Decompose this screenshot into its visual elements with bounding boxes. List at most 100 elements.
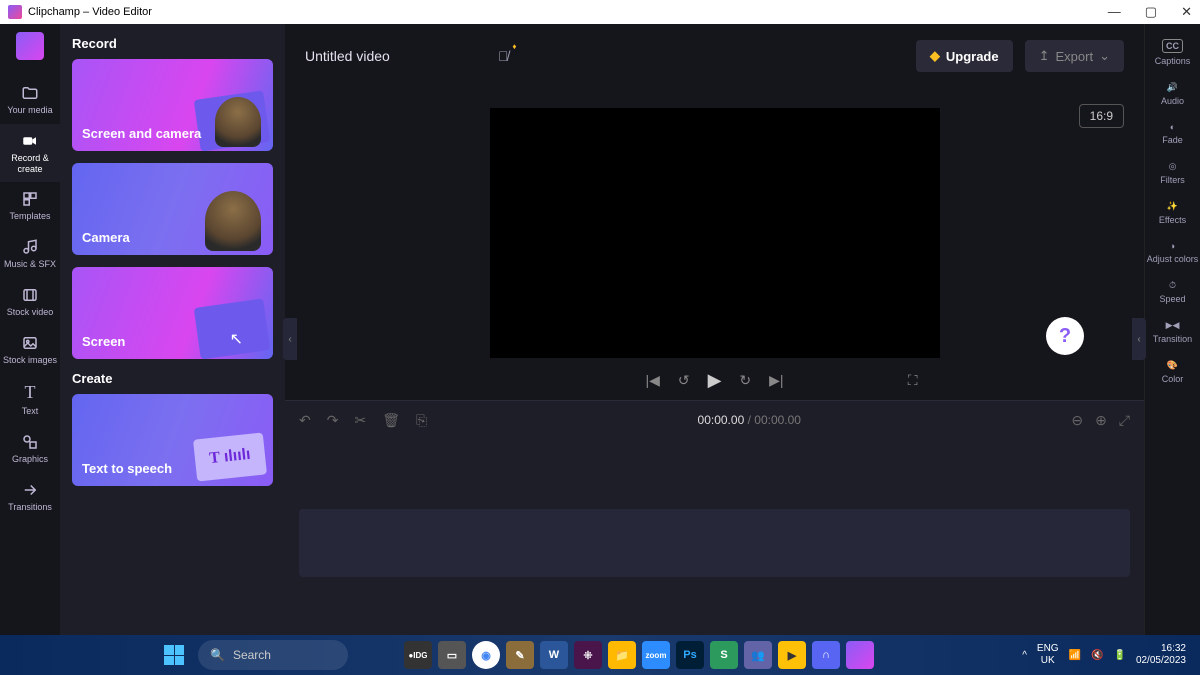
volume-icon[interactable]: 🔇 (1091, 650, 1103, 661)
visibility-icon[interactable]: 👁̸ (498, 48, 509, 64)
maximize-button[interactable]: ▢ (1145, 4, 1157, 20)
timeline-toolbar: ↶ ↷ ✂ 🗑 ⎘ 00:00.00 / 00:00.00 ⊖ ⊕ ⤢ (285, 401, 1144, 439)
taskbar-taskview[interactable]: ▭ (438, 641, 466, 669)
taskbar-zoom[interactable]: zoom (642, 641, 670, 669)
taskbar-snagit[interactable]: S (710, 641, 738, 669)
rewind-button[interactable]: ↺ (678, 372, 690, 389)
folder-icon (21, 84, 39, 102)
undo-button[interactable]: ↶ (299, 412, 311, 429)
start-button[interactable] (164, 645, 184, 665)
taskbar-app1[interactable]: ✎ (506, 641, 534, 669)
minimize-button[interactable]: — (1108, 4, 1121, 20)
templates-icon (21, 190, 39, 208)
delete-button[interactable]: 🗑 (382, 412, 400, 429)
speed-icon: ⏱ (1169, 280, 1176, 291)
taskbar-search[interactable]: 🔍 Search (198, 640, 348, 670)
panel-collapse-button[interactable]: ‹ (283, 318, 297, 360)
card-screen-and-camera[interactable]: Screen and camera (72, 59, 273, 151)
window-title: Clipchamp – Video Editor (28, 6, 152, 18)
cc-icon: CC (1162, 39, 1183, 53)
card-screen[interactable]: ↖ Screen (72, 267, 273, 359)
prop-adjust-colors[interactable]: ◑Adjust colors (1145, 234, 1200, 271)
record-heading: Record (72, 36, 273, 51)
aspect-ratio-button[interactable]: 16:9 (1079, 104, 1124, 128)
fullscreen-button[interactable]: ⛶ (908, 372, 918, 389)
prop-filters[interactable]: ◎Filters (1145, 154, 1200, 192)
app-logo[interactable] (16, 32, 44, 60)
prop-color[interactable]: 🎨Color (1145, 353, 1200, 391)
nav-music[interactable]: Music & SFX (0, 230, 60, 278)
taskbar-app3[interactable]: ∩ (812, 641, 840, 669)
taskbar-app2[interactable]: ▶ (778, 641, 806, 669)
redo-button[interactable]: ↷ (327, 412, 339, 429)
palette-icon: 🎨 (1167, 360, 1178, 371)
tts-icon: Tılıılı (193, 432, 267, 481)
time-display: 00:00.00 / 00:00.00 (698, 413, 801, 427)
nav-your-media[interactable]: Your media (0, 76, 60, 124)
skip-end-button[interactable]: ▶| (769, 372, 783, 389)
prop-audio[interactable]: 🔊Audio (1145, 75, 1200, 113)
filters-icon: ◎ (1169, 161, 1177, 172)
image-icon (21, 334, 39, 352)
avatar-icon (205, 191, 261, 251)
transition-icon: ▶◀ (1166, 320, 1180, 331)
nav-stock-images[interactable]: Stock images (0, 326, 60, 374)
help-button[interactable]: ? (1046, 317, 1084, 355)
nav-transitions[interactable]: Transitions (0, 473, 60, 521)
search-icon: 🔍 (210, 648, 225, 662)
prop-speed[interactable]: ⏱Speed (1145, 273, 1200, 311)
window-titlebar: Clipchamp – Video Editor — ▢ ✕ (0, 0, 1200, 24)
create-heading: Create (72, 371, 273, 386)
nav-graphics[interactable]: Graphics (0, 425, 60, 473)
timeline-tracks[interactable] (285, 439, 1144, 635)
card-camera[interactable]: Camera (72, 163, 273, 255)
prop-transition[interactable]: ▶◀Transition (1145, 313, 1200, 351)
side-panel: Record Screen and camera Camera ↖ Screen… (60, 24, 285, 635)
skip-start-button[interactable]: |◀ (645, 372, 659, 389)
nav-record-create[interactable]: Record & create (0, 124, 60, 183)
taskbar-slack[interactable]: ⁜ (574, 641, 602, 669)
right-collapse-button[interactable]: ‹ (1132, 318, 1146, 360)
forward-button[interactable]: ↻ (739, 372, 751, 389)
prop-effects[interactable]: ✨Effects (1145, 194, 1200, 232)
language-indicator[interactable]: ENG UK (1037, 643, 1059, 667)
taskbar-explorer[interactable]: 📁 (608, 641, 636, 669)
export-button[interactable]: ↥ Export ⌄ (1025, 40, 1124, 72)
video-title-input[interactable] (305, 48, 486, 64)
fade-icon: ◐ (1170, 122, 1175, 132)
taskbar-teams[interactable]: 👥 (744, 641, 772, 669)
taskbar-idg[interactable]: ●IDG (404, 641, 432, 669)
play-button[interactable]: ▶ (708, 370, 722, 391)
zoom-out-button[interactable]: ⊖ (1071, 412, 1083, 429)
speaker-icon: 🔊 (1167, 82, 1178, 93)
nav-text[interactable]: T Text (0, 374, 60, 425)
taskbar-photoshop[interactable]: Ps (676, 641, 704, 669)
zoom-in-button[interactable]: ⊕ (1095, 412, 1107, 429)
center-area: 👁̸ ◆ Upgrade ↥ Export ⌄ 16:9 |◀ ↺ ▶ ↻ ▶|… (285, 24, 1144, 635)
taskbar-word[interactable]: W (540, 641, 568, 669)
close-button[interactable]: ✕ (1181, 4, 1192, 20)
effects-icon: ✨ (1167, 201, 1178, 212)
wifi-icon[interactable]: 📶 (1069, 650, 1081, 661)
taskbar-clipchamp[interactable] (846, 641, 874, 669)
prop-captions[interactable]: CCCaptions (1145, 32, 1200, 73)
prop-fade[interactable]: ◐Fade (1145, 115, 1200, 152)
nav-templates[interactable]: Templates (0, 182, 60, 230)
taskbar-chrome[interactable]: ◉ (472, 641, 500, 669)
clock[interactable]: 16:32 02/05/2023 (1136, 643, 1186, 667)
card-text-to-speech[interactable]: Tılıılı Text to speech (72, 394, 273, 486)
cut-button[interactable]: ✂ (354, 412, 366, 429)
split-button[interactable]: ⎘ (416, 412, 427, 429)
fit-button[interactable]: ⤢ (1119, 412, 1130, 429)
contrast-icon: ◑ (1170, 241, 1175, 251)
system-tray[interactable]: ^ ENG UK 📶 🔇 🔋 16:32 02/05/2023 (1022, 643, 1196, 667)
nav-stock-video[interactable]: Stock video (0, 278, 60, 326)
chevron-down-icon: ⌄ (1099, 48, 1110, 64)
upgrade-button[interactable]: ◆ Upgrade (916, 40, 1013, 72)
tray-chevron-icon[interactable]: ^ (1022, 650, 1027, 661)
transitions-icon (21, 481, 39, 499)
video-preview[interactable] (490, 108, 940, 358)
track-row[interactable] (299, 509, 1130, 577)
battery-icon[interactable]: 🔋 (1113, 650, 1125, 661)
shapes-icon (21, 433, 39, 451)
